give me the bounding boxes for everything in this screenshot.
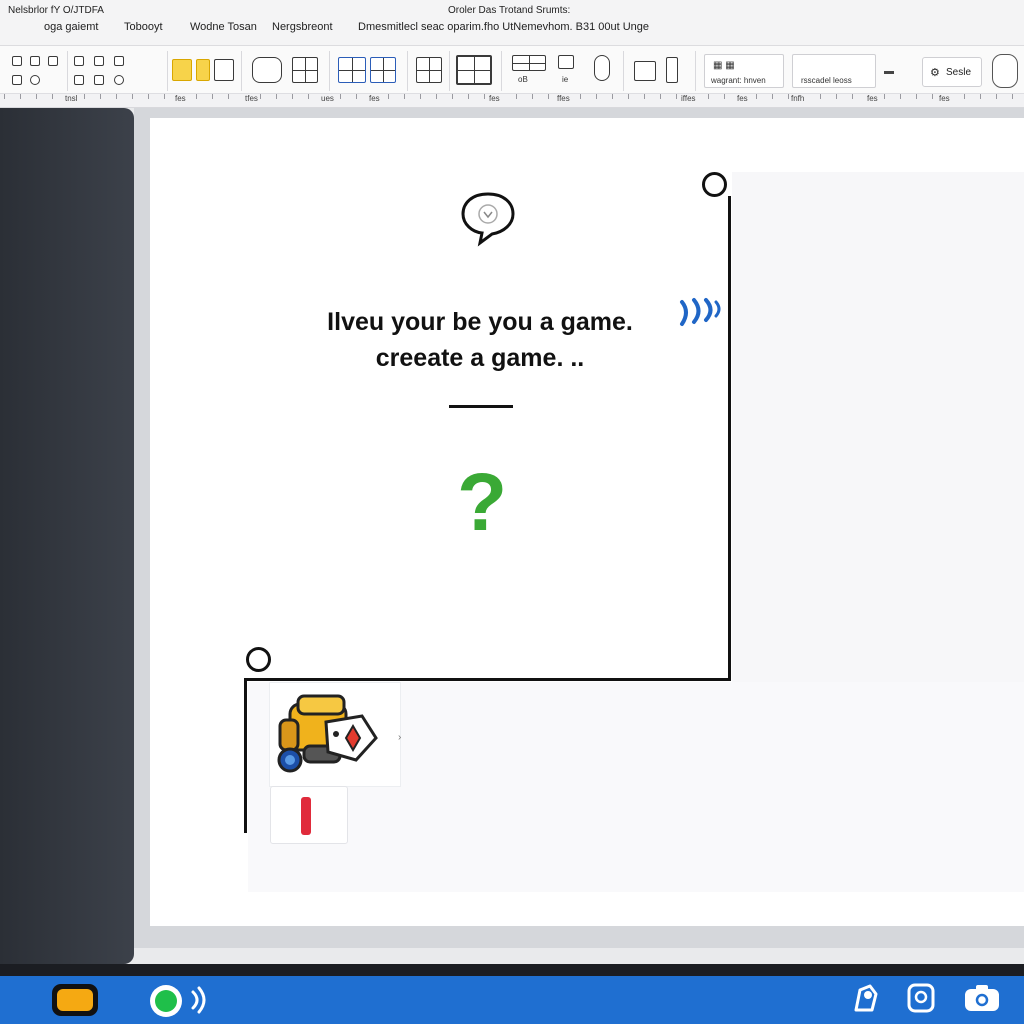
caret-icon: › (398, 732, 402, 743)
style-gallery-1-label: wagrant: hnven (711, 76, 766, 85)
ribbon-toolbar: oB ie ▦ ▦ wagrant: hnven rsscadel leoss (0, 46, 1024, 94)
ribbon-label-1: oB (518, 75, 528, 84)
chevron-down-icon[interactable]: ▬ (884, 66, 894, 77)
align-center-icon[interactable] (94, 56, 104, 66)
table-icon[interactable] (338, 57, 366, 83)
ribbon-group-tools: oB ie (504, 51, 624, 91)
ruler-label: fes (174, 94, 187, 103)
camera-icon[interactable] (962, 982, 999, 1014)
ribbon-group-insert (244, 51, 330, 91)
headline-text: Ilveu your be you a game. (327, 308, 633, 336)
map-pin-icon[interactable] (852, 982, 882, 1014)
style-gallery-icon: ▦ ▦ (713, 60, 735, 71)
ribbon-group-font (6, 51, 68, 91)
indent-icon[interactable] (94, 75, 104, 85)
app-title: Nelsbrlor fY O/JTDFA (8, 5, 104, 16)
gallery-icon[interactable] (456, 55, 492, 85)
underline-icon[interactable] (48, 56, 58, 66)
ribbon-group-shapes (408, 51, 450, 91)
connector-handle-top[interactable] (702, 172, 727, 197)
italic-icon[interactable] (30, 56, 40, 66)
bell-icon[interactable] (594, 55, 610, 81)
connector-handle-bottom[interactable] (246, 647, 271, 672)
subline-text: creeate a game. .. (375, 344, 585, 372)
shape-icon[interactable] (416, 57, 442, 83)
connector-line (244, 678, 731, 681)
menu-item-2[interactable]: Tobooyt (124, 21, 163, 33)
picture-icon[interactable] (558, 55, 574, 69)
ruler-label: ffes (556, 94, 571, 103)
title-bar: Nelsbrlor fY O/JTDFA Oroler Das Trotand … (0, 0, 1024, 46)
map-icon[interactable] (252, 57, 282, 83)
style-gallery-2-label: rsscadel leoss (801, 76, 852, 85)
ruler-label: fes (488, 94, 501, 103)
style-gallery-1[interactable]: ▦ ▦ wagrant: hnven (704, 54, 784, 88)
sound-icon[interactable] (187, 984, 211, 1023)
styles-button-label: Sesle (946, 67, 972, 78)
styles-button[interactable]: ⚙ Sesle (922, 57, 982, 87)
layout-icon[interactable] (292, 57, 318, 83)
page-icon[interactable] (214, 59, 234, 81)
status-dot-fill (155, 990, 177, 1012)
ribbon-group-highlight (168, 51, 242, 91)
document-subtitle: Dmesmitlecl seac oparim.fho UtNemevhom. … (358, 21, 650, 33)
taskbar-edge (0, 964, 1024, 976)
ruler-label: fes (736, 94, 749, 103)
ruler-label: ues (320, 94, 335, 103)
document-title: Oroler Das Trotand Srumts: (448, 5, 571, 16)
app-pill-fill (57, 989, 93, 1011)
connector-line (728, 196, 731, 680)
question-mark: ? (456, 457, 508, 548)
align-right-icon[interactable] (114, 56, 124, 66)
menu-item-1[interactable]: oga gaiemt (44, 21, 98, 33)
copy-icon[interactable] (634, 61, 656, 81)
ruler-label: iffes (680, 94, 697, 103)
style-gallery-2[interactable]: rsscadel leoss (792, 54, 876, 88)
color-icon[interactable] (30, 75, 40, 85)
marker-icon[interactable] (196, 59, 210, 81)
text-cursor-marker (301, 797, 311, 835)
menu-item-4[interactable]: Nergsbreont (272, 21, 333, 33)
robot-toy-icon (274, 690, 384, 785)
divider (449, 405, 513, 408)
ruler-label: fes (938, 94, 951, 103)
gear-icon: ⚙ (930, 67, 940, 79)
ribbon-group-tables (330, 51, 408, 91)
highlight-icon[interactable] (172, 59, 192, 81)
ribbon-group-arrange (626, 51, 696, 91)
thought-bubble-icon (460, 190, 516, 253)
font-size-icon[interactable] (12, 75, 22, 85)
list-icon[interactable] (74, 75, 84, 85)
grid-icon[interactable] (370, 57, 396, 83)
settings-icon[interactable] (114, 75, 124, 85)
navigation-pane[interactable] (0, 108, 134, 964)
menu-item-3[interactable]: Wodne Tosan (190, 21, 257, 33)
notebook-icon[interactable] (906, 982, 936, 1014)
ruler-label: tnsl (64, 94, 79, 103)
ribbon-group-paragraph (68, 51, 168, 91)
bold-icon[interactable] (12, 56, 22, 66)
ruler-label: fes (368, 94, 381, 103)
ruler-label: fnfh (790, 94, 806, 103)
paste-icon[interactable] (666, 57, 678, 83)
ruler-label: tfes (244, 94, 259, 103)
ribbon-expand-button[interactable] (992, 54, 1018, 88)
app-window: Nelsbrlor fY O/JTDFA Oroler Das Trotand … (0, 0, 1024, 1024)
ruler-label: fes (866, 94, 879, 103)
align-left-icon[interactable] (74, 56, 84, 66)
tools-icon[interactable] (512, 55, 546, 71)
connector-line (244, 678, 247, 833)
ribbon-label-2: ie (562, 75, 569, 84)
ribbon-group-media (450, 51, 502, 91)
